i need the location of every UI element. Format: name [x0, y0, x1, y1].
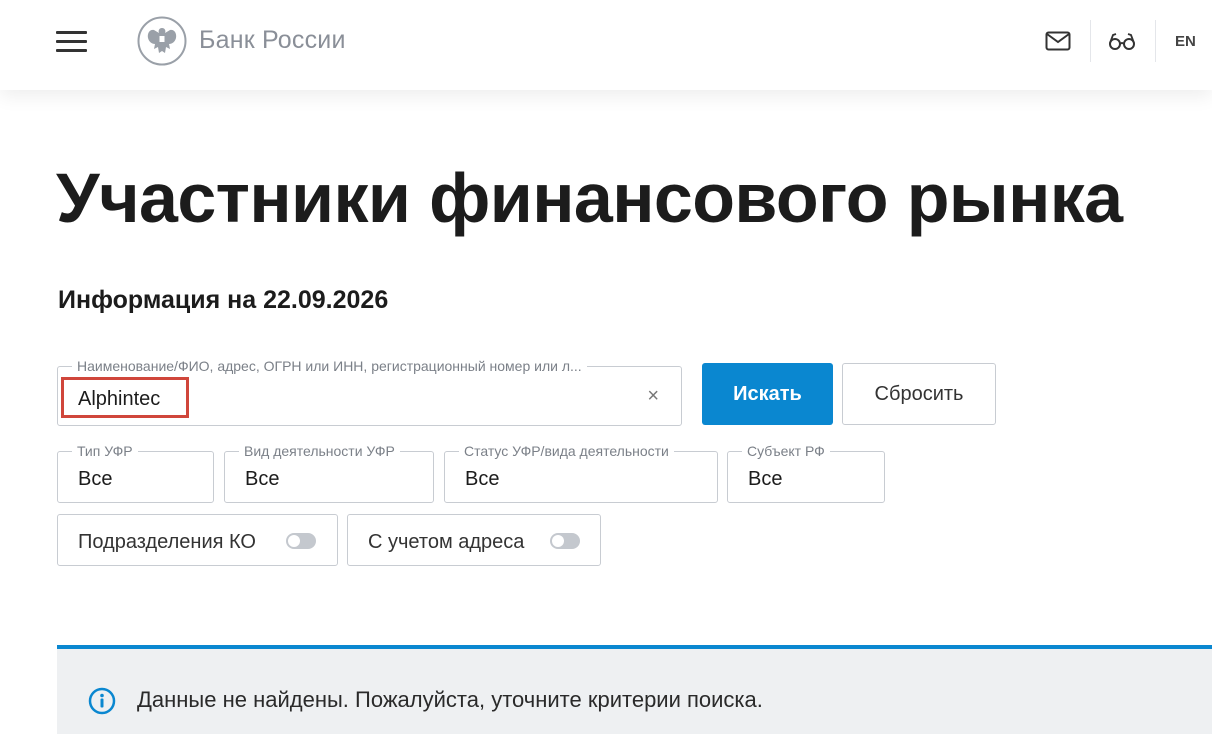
clear-icon[interactable]: ×	[647, 385, 659, 408]
filter-label: Статус УФР/вида деятельности	[459, 443, 674, 459]
glasses-icon[interactable]	[1108, 31, 1136, 51]
site-header: Банк России EN	[0, 0, 1212, 90]
result-message: Данные не найдены. Пожалуйста, уточните …	[137, 687, 763, 712]
toggle-label: Подразделения КО	[78, 531, 256, 553]
filter-activity-type[interactable]: Вид деятельности УФР Все	[224, 443, 434, 503]
filter-value[interactable]: Все	[245, 468, 279, 491]
filter-label: Тип УФР	[72, 443, 138, 459]
filter-label: Субъект РФ	[742, 443, 830, 459]
filter-status[interactable]: Статус УФР/вида деятельности Все	[444, 443, 718, 503]
reset-button[interactable]: Сбросить	[842, 363, 996, 425]
toggle-knob	[552, 535, 564, 547]
toggle-knob	[288, 535, 300, 547]
header-divider	[1155, 20, 1156, 62]
bank-emblem-icon[interactable]	[137, 16, 187, 66]
filter-value[interactable]: Все	[465, 468, 499, 491]
menu-icon[interactable]	[56, 30, 88, 52]
search-button[interactable]: Искать	[702, 363, 833, 425]
info-icon	[88, 687, 116, 715]
header-divider	[1090, 20, 1091, 62]
toggle-branches[interactable]: Подразделения КО	[57, 514, 338, 566]
filter-ufr-type[interactable]: Тип УФР Все	[57, 443, 214, 503]
result-panel: Данные не найдены. Пожалуйста, уточните …	[57, 645, 1212, 734]
toggle-label: С учетом адреса	[368, 531, 525, 553]
page-title: Участники финансового рынка	[56, 159, 1123, 237]
mail-icon[interactable]	[1045, 31, 1071, 51]
filter-region[interactable]: Субъект РФ Все	[727, 443, 885, 503]
search-input-value[interactable]: Alphintec	[78, 388, 160, 411]
filter-value[interactable]: Все	[748, 468, 782, 491]
search-input[interactable]: Наименование/ФИО, адрес, ОГРН или ИНН, р…	[57, 358, 682, 426]
language-switch-en[interactable]: EN	[1175, 33, 1196, 50]
info-date-heading: Информация на 22.09.2026	[58, 286, 389, 314]
bank-name-logo[interactable]: Банк России	[199, 26, 346, 55]
filter-value[interactable]: Все	[78, 468, 112, 491]
search-input-label: Наименование/ФИО, адрес, ОГРН или ИНН, р…	[72, 358, 587, 374]
toggle-switch[interactable]	[550, 533, 580, 549]
toggle-switch[interactable]	[286, 533, 316, 549]
toggle-address[interactable]: С учетом адреса	[347, 514, 601, 566]
filter-label: Вид деятельности УФР	[239, 443, 400, 459]
